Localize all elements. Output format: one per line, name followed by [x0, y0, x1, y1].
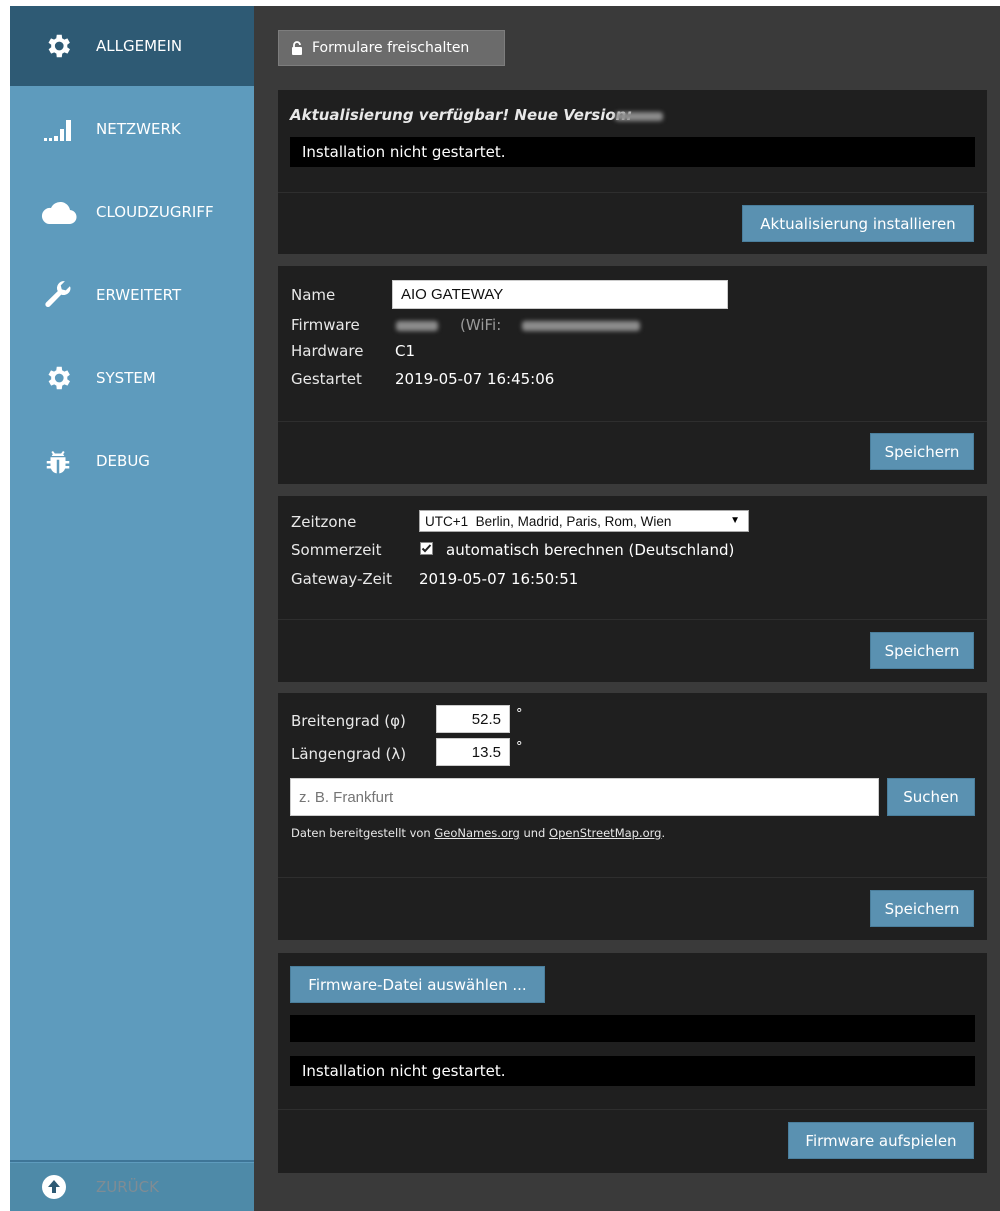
app-frame: ALLGEMEIN NETZWERK CLOUDZUGRIFF ERWEITER… [0, 0, 1000, 1211]
panel-divider [278, 1109, 987, 1110]
time-panel: Zeitzone UTC+1 Berlin, Madrid, Paris, Ro… [278, 496, 987, 682]
cloud-icon [38, 192, 78, 232]
credit-suffix: . [661, 826, 666, 840]
save-device-button[interactable]: Speichern [870, 433, 974, 470]
sidebar-item-erweitert[interactable]: ERWEITERT [10, 255, 254, 335]
latitude-unit: ° [516, 707, 523, 722]
wrench-icon [38, 275, 78, 315]
bug-icon [38, 441, 78, 481]
sidebar-item-label: ERWEITERT [96, 286, 182, 304]
timezone-select[interactable]: UTC+1 Berlin, Madrid, Paris, Rom, Wien ▼ [419, 510, 749, 532]
sidebar-item-label: DEBUG [96, 452, 150, 470]
panel-divider [278, 421, 987, 422]
panel-divider [278, 877, 987, 878]
update-status: Installation nicht gestartet. [290, 137, 975, 167]
sidebar-item-label: SYSTEM [96, 369, 156, 387]
checkmark-icon [421, 544, 432, 553]
gateway-time-label: Gateway-Zeit [291, 570, 392, 588]
wifi-version-label: (WiFi: [460, 316, 502, 334]
data-credit: Daten bereitgestellt von GeoNames.org un… [291, 826, 665, 840]
wifi-version-redacted [522, 321, 640, 331]
firmware-version-redacted [396, 321, 438, 331]
latitude-label: Breitengrad (φ) [291, 712, 406, 730]
location-search-input[interactable] [290, 778, 879, 816]
latitude-input[interactable] [436, 705, 510, 733]
geonames-link[interactable]: GeoNames.org [434, 826, 519, 840]
save-time-button[interactable]: Speichern [870, 632, 974, 669]
update-heading: Aktualisierung verfügbar! Neue Version: [290, 106, 633, 124]
dst-checkbox[interactable] [420, 542, 433, 555]
sidebar-divider [10, 1160, 254, 1162]
search-location-button[interactable]: Suchen [887, 778, 975, 816]
sidebar: ALLGEMEIN NETZWERK CLOUDZUGRIFF ERWEITER… [10, 6, 254, 1211]
dst-text: automatisch berechnen (Deutschland) [446, 541, 735, 559]
sidebar-item-label: NETZWERK [96, 120, 181, 138]
started-value: 2019-05-07 16:45:06 [395, 370, 555, 388]
started-label: Gestartet [291, 370, 362, 388]
unlock-forms-label: Formulare freischalten [312, 40, 470, 56]
flash-firmware-button[interactable]: Firmware aufspielen [788, 1122, 974, 1159]
panel-divider [278, 619, 987, 620]
firmware-label: Firmware [291, 316, 360, 334]
longitude-label: Längengrad (λ) [291, 745, 407, 763]
timezone-select-value: UTC+1 Berlin, Madrid, Paris, Rom, Wien [425, 513, 672, 529]
device-info-panel: Name Firmware (WiFi: Hardware C1 Gestart… [278, 266, 987, 484]
chevron-down-icon: ▼ [730, 515, 740, 526]
save-location-button[interactable]: Speichern [870, 890, 974, 927]
sidebar-item-cloudzugriff[interactable]: CLOUDZUGRIFF [10, 172, 254, 252]
unlock-forms-button[interactable]: Formulare freischalten [278, 30, 505, 66]
name-input[interactable] [392, 280, 728, 309]
credit-and: und [523, 826, 546, 840]
name-label: Name [291, 286, 336, 304]
sidebar-item-allgemein[interactable]: ALLGEMEIN [10, 6, 254, 86]
sidebar-item-system[interactable]: SYSTEM [10, 338, 254, 418]
longitude-input[interactable] [436, 738, 510, 766]
panel-divider [278, 192, 987, 193]
hardware-label: Hardware [291, 342, 364, 360]
longitude-unit: ° [516, 740, 523, 755]
firmware-file-name [290, 1015, 975, 1042]
select-firmware-file-button[interactable]: Firmware-Datei auswählen ... [290, 966, 545, 1003]
sidebar-item-netzwerk[interactable]: NETZWERK [10, 89, 254, 169]
openstreetmap-link[interactable]: OpenStreetMap.org [549, 826, 661, 840]
install-update-button[interactable]: Aktualisierung installieren [742, 205, 974, 242]
sidebar-item-label: ALLGEMEIN [96, 37, 183, 55]
gear-icon [38, 358, 78, 398]
hardware-value: C1 [395, 342, 416, 360]
lock-icon [291, 41, 303, 55]
timezone-label: Zeitzone [291, 513, 357, 531]
credit-prefix: Daten bereitgestellt von [291, 826, 431, 840]
gateway-time-value: 2019-05-07 16:50:51 [419, 570, 579, 588]
sidebar-item-debug[interactable]: DEBUG [10, 421, 254, 501]
sidebar-item-label: CLOUDZUGRIFF [96, 203, 214, 221]
back-button[interactable]: ZURÜCK [10, 1163, 254, 1211]
firmware-upload-panel: Firmware-Datei auswählen ... Installatio… [278, 953, 987, 1173]
firmware-install-status: Installation nicht gestartet. [290, 1056, 975, 1086]
location-panel: Breitengrad (φ) ° Längengrad (λ) ° Suche… [278, 693, 987, 940]
arrow-up-circle-icon [40, 1173, 68, 1205]
version-redacted [615, 112, 663, 121]
back-label: ZURÜCK [96, 1178, 159, 1196]
dst-label: Sommerzeit [291, 541, 382, 559]
update-panel: Aktualisierung verfügbar! Neue Version: … [278, 90, 987, 254]
signal-bars-icon [38, 109, 78, 149]
gear-icon [38, 26, 78, 66]
